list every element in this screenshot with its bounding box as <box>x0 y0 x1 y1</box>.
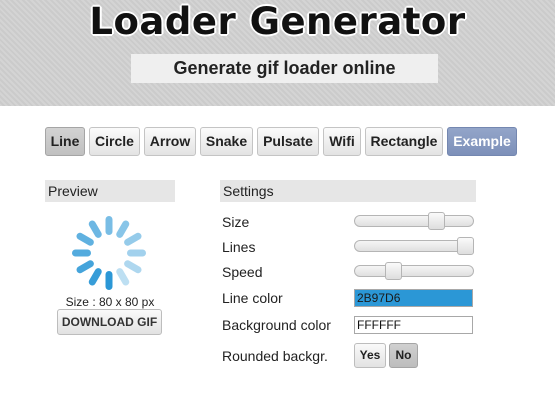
size-slider[interactable] <box>354 212 474 230</box>
rounded-yes-button[interactable]: Yes <box>354 343 386 368</box>
spinner-line <box>124 260 142 274</box>
background-color-label: Background color <box>222 317 331 333</box>
rounded-no-button[interactable]: No <box>389 343 418 368</box>
lines-label: Lines <box>222 239 256 255</box>
tab-line[interactable]: Line <box>45 127 85 156</box>
speed-slider-handle[interactable] <box>384 262 402 280</box>
spinner-line <box>76 232 94 246</box>
tab-arrow[interactable]: Arrow <box>144 127 196 156</box>
header-banner: Loader Generator Generate gif loader onl… <box>0 0 555 106</box>
page-title: Loader Generator <box>89 0 466 43</box>
tab-wifi[interactable]: Wifi <box>323 127 361 156</box>
spinner-line <box>72 249 91 257</box>
speed-label: Speed <box>222 264 263 280</box>
spinner-line <box>88 220 102 238</box>
rounded-background-label: Rounded backgr. <box>222 348 328 364</box>
size-slider-handle[interactable] <box>428 212 446 230</box>
tab-pulsate[interactable]: Pulsate <box>257 127 319 156</box>
spinner-line <box>116 268 130 286</box>
tab-example[interactable]: Example <box>447 127 517 156</box>
settings-heading: Settings <box>220 180 476 202</box>
spinner-line <box>116 220 130 238</box>
preview-heading: Preview <box>45 180 175 202</box>
background-color-input[interactable]: FFFFFF <box>354 316 473 334</box>
spinner-line <box>127 249 146 257</box>
spinner-line <box>105 216 113 235</box>
preview-size-text: Size : 80 x 80 px <box>65 295 155 309</box>
spinner-line <box>105 271 113 290</box>
page-subtitle: Generate gif loader online <box>131 54 438 83</box>
speed-slider[interactable] <box>354 262 474 280</box>
tab-snake[interactable]: Snake <box>200 127 253 156</box>
spinner-line <box>88 268 102 286</box>
download-gif-button[interactable]: DOWNLOAD GIF <box>57 309 162 335</box>
line-color-input[interactable]: 2B97D6 <box>354 289 473 307</box>
spinner-line <box>76 260 94 274</box>
tab-circle[interactable]: Circle <box>89 127 140 156</box>
lines-slider[interactable] <box>354 237 474 255</box>
tab-rectangle[interactable]: Rectangle <box>365 127 443 156</box>
line-color-label: Line color <box>222 290 283 306</box>
loader-preview-spinner <box>72 216 146 290</box>
spinner-line <box>124 232 142 246</box>
lines-slider-handle[interactable] <box>457 237 474 255</box>
size-label: Size <box>222 214 250 230</box>
